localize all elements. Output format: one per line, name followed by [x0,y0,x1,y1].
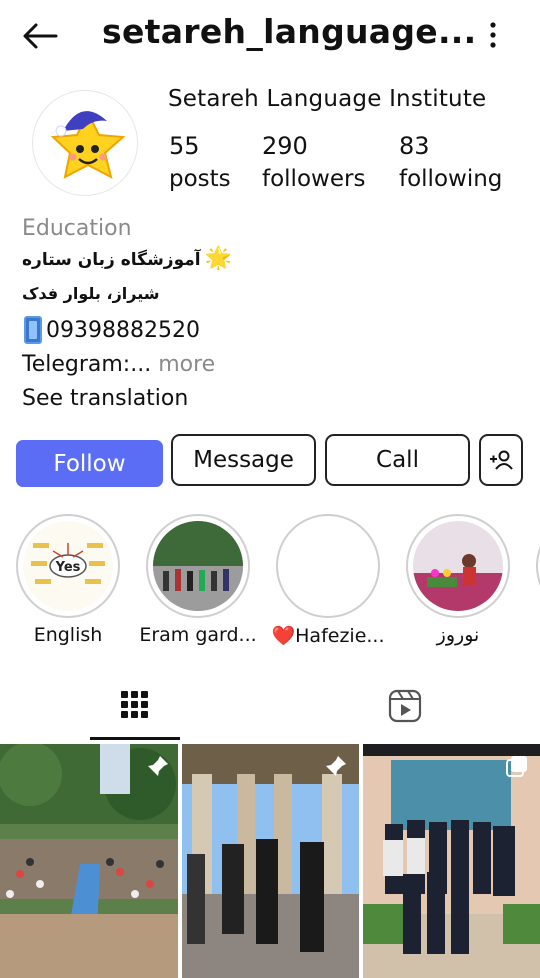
pin-icon [326,756,346,776]
grid-icon [121,691,148,718]
kebab-menu-icon[interactable] [478,18,508,52]
multi-photo-icon [506,756,527,777]
back-arrow-icon[interactable] [20,18,60,54]
followers-stat[interactable]: 290 followers [262,132,365,192]
see-translation-link[interactable]: See translation [22,386,188,411]
display-name: Setareh Language Institute [168,86,487,112]
following-stat[interactable]: 83 following [399,132,502,192]
posts-grid [0,744,540,978]
bio-line-1-text: آموزشگاه زبان ستاره [22,250,201,270]
story-highlight[interactable]: نوروز [406,514,510,646]
followers-count: 290 [262,132,308,160]
followers-label: followers [262,166,366,192]
following-label: following [399,166,503,192]
story-highlight[interactable]: ❤️Hafezie... [271,514,385,647]
highlight-cover [413,521,503,611]
more-link[interactable]: more [151,352,215,377]
sparkle-icon: 🌟 [204,246,232,271]
reels-icon [388,689,422,723]
add-person-icon [490,450,513,470]
story-highlight[interactable]: Eram gard... [139,514,257,646]
story-highlight-partial[interactable] [536,514,540,618]
story-highlight[interactable]: Yes English [16,514,120,646]
active-tab-indicator [90,737,180,740]
bio-telegram: Telegram:... more [22,352,215,377]
tab-posts-grid[interactable] [90,680,180,740]
post-thumbnail[interactable] [363,744,540,978]
profile-handle: setareh_language... [102,12,477,51]
phone-number: 09398882520 [46,317,200,343]
add-person-button[interactable] [479,434,523,486]
profile-tabs [0,680,540,740]
pin-icon [148,756,168,776]
tab-reels[interactable] [360,680,450,740]
top-bar: setareh_language... [0,0,540,72]
highlight-caption: English [33,624,103,646]
highlight-cover: Yes [23,521,113,611]
post-thumbnail[interactable] [182,744,359,978]
follow-button[interactable]: Follow [16,440,163,487]
bio-phone: 09398882520 [24,316,200,344]
posts-label: posts [169,166,231,192]
post-thumbnail[interactable] [0,744,178,978]
svg-text:Yes: Yes [55,560,81,575]
message-button[interactable]: Message [171,434,316,486]
highlight-caption: ❤️Hafezie... [271,625,385,647]
mobile-phone-icon [24,316,42,344]
highlight-cover [153,521,243,611]
posts-count: 55 [169,132,200,160]
following-count: 83 [399,132,430,160]
highlight-caption: Eram gard... [139,624,257,646]
profile-avatar[interactable] [32,90,138,196]
highlight-cover [283,521,373,611]
highlight-caption: نوروز [436,624,480,646]
telegram-text: Telegram:... [22,352,152,377]
bio-line-1: 🌟آموزشگاه زبان ستاره [22,246,232,271]
call-button[interactable]: Call [325,434,470,486]
posts-stat[interactable]: 55 posts [169,132,231,192]
profile-category: Education [22,216,132,241]
bio-line-2: شیراز، بلوار فدک [22,284,160,303]
